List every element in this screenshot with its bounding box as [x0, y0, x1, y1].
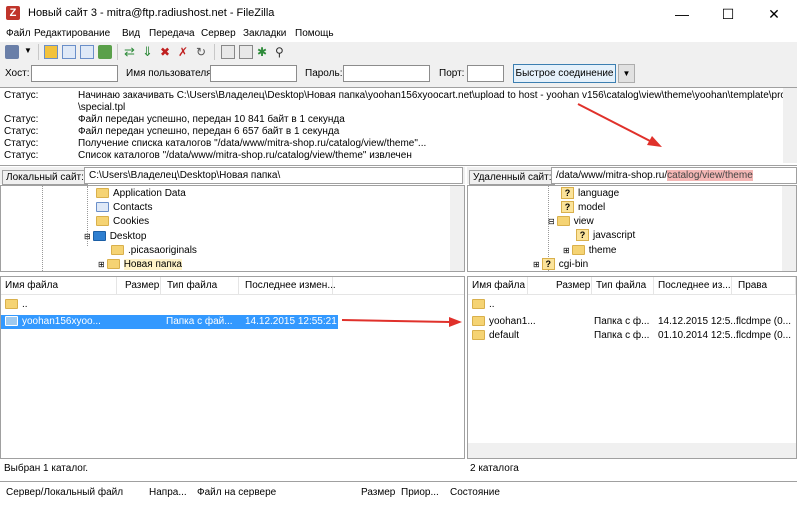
annotation-arrows: [341, 103, 662, 327]
annotation-arrowhead: [449, 317, 462, 327]
annotation-arrow-file: [341, 319, 451, 323]
annotation-arrowhead: [647, 136, 662, 147]
annotation-arrow-path: [577, 103, 653, 143]
